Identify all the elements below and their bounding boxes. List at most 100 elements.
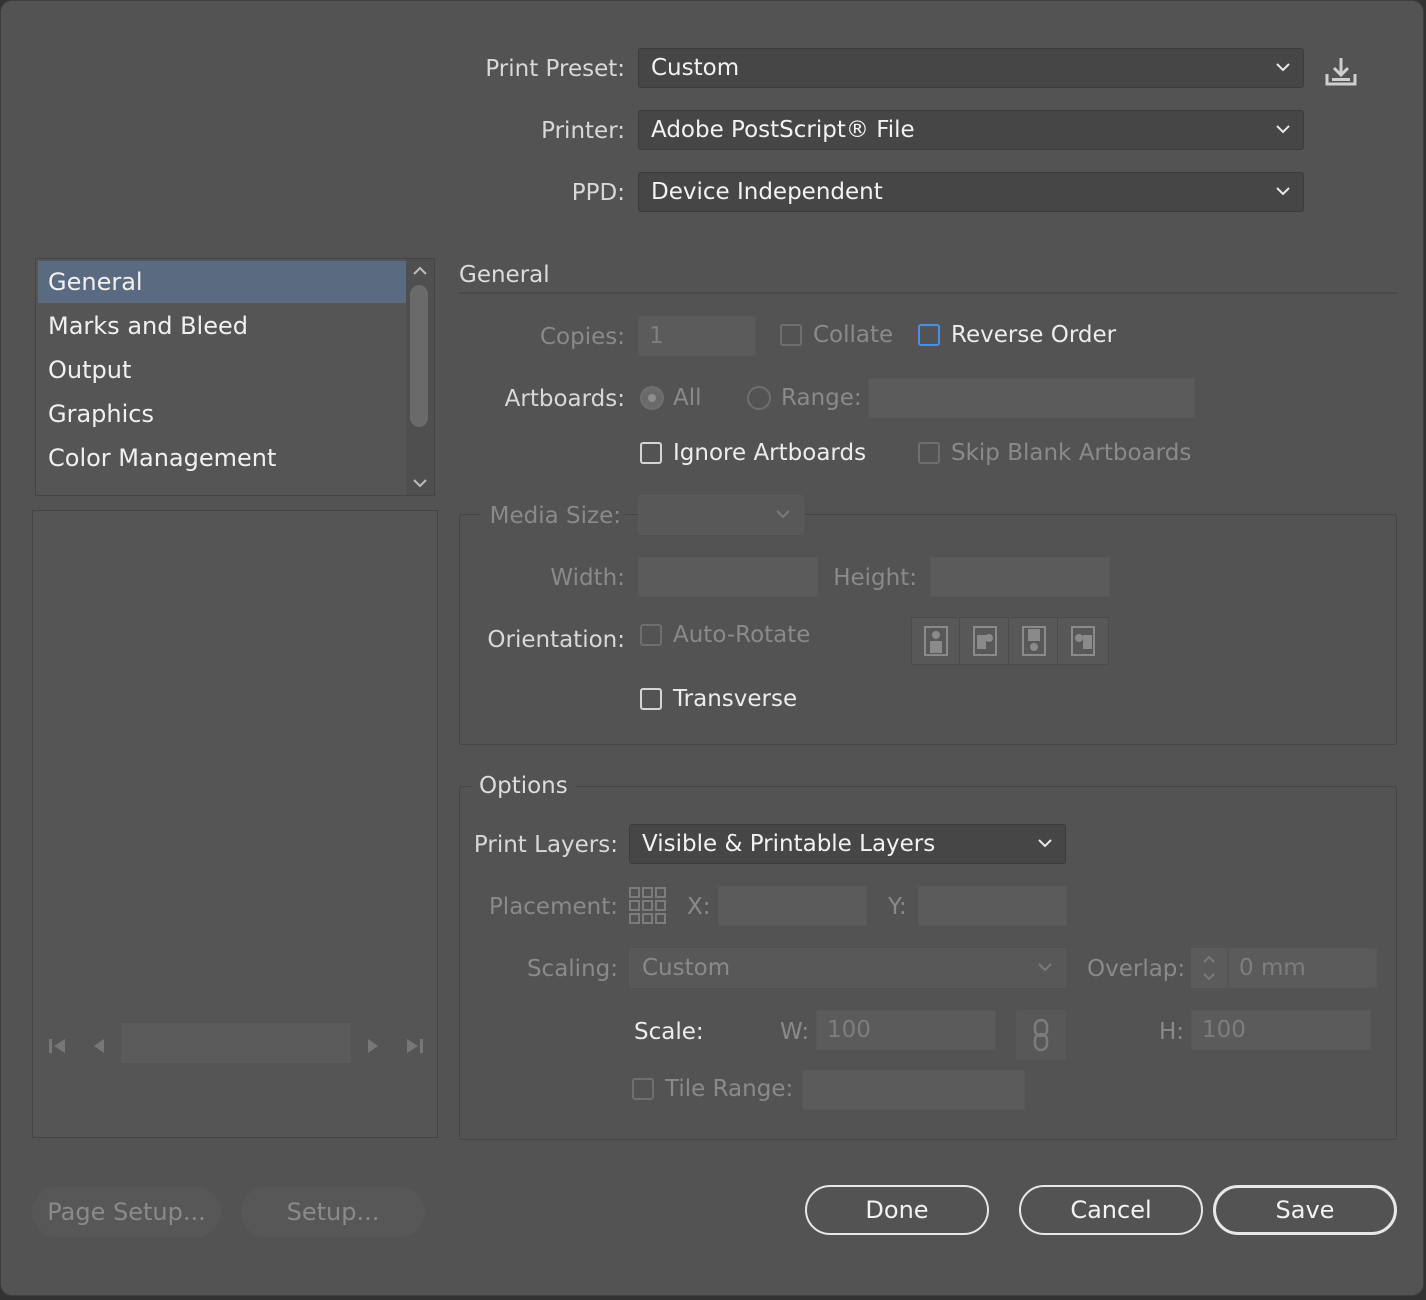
- tile-range-input[interactable]: [802, 1070, 1025, 1110]
- print-dialog: Print Preset: Custom Printer: Adobe Post…: [0, 0, 1424, 1296]
- ignore-artboards-label: Ignore Artboards: [673, 440, 867, 466]
- setup-button[interactable]: Setup...: [241, 1187, 425, 1237]
- chevron-down-icon: [1276, 63, 1290, 72]
- print-preset-label: Print Preset:: [485, 56, 625, 82]
- list-scrollbar[interactable]: [406, 259, 434, 495]
- print-preset-select[interactable]: Custom: [638, 48, 1304, 88]
- scale-width-input[interactable]: 100: [816, 1010, 996, 1050]
- collate-label: Collate: [813, 322, 894, 348]
- width-input[interactable]: [638, 557, 818, 597]
- scaling-select[interactable]: Custom: [629, 948, 1066, 988]
- landscape-button[interactable]: [961, 618, 1009, 664]
- artboards-range-radio[interactable]: [747, 386, 771, 410]
- page-setup-button[interactable]: Page Setup...: [32, 1187, 221, 1237]
- cancel-button[interactable]: Cancel: [1019, 1185, 1203, 1235]
- ppd-select[interactable]: Device Independent: [638, 172, 1304, 212]
- print-layers-label: Print Layers:: [473, 832, 618, 858]
- ppd-value: Device Independent: [651, 179, 883, 205]
- chevron-down-icon: [1038, 839, 1052, 848]
- skip-blank-artboards-label: Skip Blank Artboards: [951, 440, 1192, 466]
- sidebar-item-color-management[interactable]: Color Management: [38, 437, 406, 479]
- print-layers-select[interactable]: Visible & Printable Layers: [629, 824, 1066, 864]
- scroll-down-icon[interactable]: [412, 477, 428, 489]
- h-label: H:: [1159, 1019, 1185, 1045]
- media-size-select[interactable]: [638, 495, 804, 535]
- x-input[interactable]: [718, 886, 867, 926]
- scaling-label: Scaling:: [526, 956, 618, 982]
- y-label: Y:: [888, 894, 907, 920]
- copies-input[interactable]: 1: [638, 316, 756, 356]
- media-size-label: Media Size:: [479, 503, 625, 529]
- download-icon[interactable]: [1323, 56, 1359, 88]
- sidebar-item-marks-and-bleed[interactable]: Marks and Bleed: [38, 305, 406, 347]
- sidebar-item-graphics[interactable]: Graphics: [38, 393, 406, 435]
- artboards-label: Artboards:: [504, 386, 625, 412]
- artboards-all-radio[interactable]: [640, 386, 664, 410]
- general-section-title: General: [459, 262, 550, 288]
- scroll-thumb[interactable]: [410, 285, 428, 427]
- orientation-label: Orientation:: [487, 627, 625, 653]
- transverse-label: Transverse: [673, 686, 798, 712]
- last-page-icon[interactable]: [403, 1037, 425, 1055]
- flipped-portrait-button[interactable]: [1010, 618, 1058, 664]
- skip-blank-artboards-checkbox[interactable]: [918, 442, 940, 464]
- page-number-field[interactable]: [121, 1023, 351, 1063]
- save-button[interactable]: Save: [1213, 1185, 1397, 1235]
- next-page-icon[interactable]: [365, 1037, 381, 1055]
- collate-checkbox[interactable]: [780, 324, 802, 346]
- printer-select[interactable]: Adobe PostScript® File: [638, 110, 1304, 150]
- overlap-stepper[interactable]: [1191, 948, 1227, 988]
- flipped-landscape-button[interactable]: [1059, 618, 1107, 664]
- auto-rotate-checkbox[interactable]: [640, 624, 662, 646]
- tile-range-label: Tile Range:: [665, 1076, 794, 1102]
- preview-panel: [32, 510, 438, 1138]
- chevron-down-icon: [776, 510, 790, 519]
- placement-label: Placement:: [488, 894, 618, 920]
- artboards-all-label: All: [673, 385, 702, 411]
- sidebar-item-output[interactable]: Output: [38, 349, 406, 391]
- y-input[interactable]: [918, 886, 1067, 926]
- options-section-title: Options: [471, 773, 576, 799]
- print-preset-value: Custom: [651, 55, 740, 81]
- ignore-artboards-checkbox[interactable]: [640, 442, 662, 464]
- portrait-button[interactable]: [912, 618, 960, 664]
- reverse-order-label: Reverse Order: [951, 322, 1117, 348]
- reverse-order-checkbox[interactable]: [918, 324, 940, 346]
- sidebar-item-general[interactable]: General: [38, 261, 406, 303]
- auto-rotate-label: Auto-Rotate: [673, 622, 811, 648]
- artboards-range-label: Range:: [781, 385, 862, 411]
- link-icon: [1033, 1018, 1049, 1052]
- height-label: Height:: [833, 565, 917, 591]
- chevron-down-icon: [1276, 187, 1290, 196]
- tile-range-checkbox[interactable]: [632, 1078, 654, 1100]
- scale-label: Scale:: [634, 1019, 704, 1045]
- flipped-portrait-icon: [1022, 626, 1046, 656]
- chevron-down-icon: [1038, 963, 1052, 972]
- done-button[interactable]: Done: [805, 1185, 989, 1235]
- first-page-icon[interactable]: [47, 1037, 69, 1055]
- print-layers-value: Visible & Printable Layers: [642, 831, 936, 857]
- printer-label: Printer:: [541, 118, 625, 144]
- height-input[interactable]: [930, 557, 1110, 597]
- category-list[interactable]: General Marks and Bleed Output Graphics …: [35, 258, 435, 496]
- chevron-down-icon: [1276, 125, 1290, 134]
- section-divider: [459, 292, 1397, 294]
- scaling-value: Custom: [642, 955, 731, 981]
- transverse-checkbox[interactable]: [640, 688, 662, 710]
- scale-height-input[interactable]: 100: [1191, 1010, 1371, 1050]
- placement-grid-icon[interactable]: [629, 887, 667, 925]
- constrain-proportions-button[interactable]: [1016, 1010, 1066, 1060]
- artboards-range-input[interactable]: [868, 378, 1195, 418]
- flipped-landscape-icon: [1071, 626, 1095, 656]
- overlap-input[interactable]: 0 mm: [1228, 948, 1377, 988]
- copies-label: Copies:: [539, 324, 625, 350]
- scroll-up-icon[interactable]: [412, 265, 428, 277]
- previous-page-icon[interactable]: [91, 1037, 107, 1055]
- ppd-label: PPD:: [571, 180, 625, 206]
- x-label: X:: [687, 894, 711, 920]
- w-label: W:: [780, 1019, 810, 1045]
- overlap-label: Overlap:: [1087, 956, 1186, 982]
- portrait-icon: [924, 626, 948, 656]
- printer-value: Adobe PostScript® File: [651, 117, 915, 143]
- orientation-buttons: [911, 617, 1109, 665]
